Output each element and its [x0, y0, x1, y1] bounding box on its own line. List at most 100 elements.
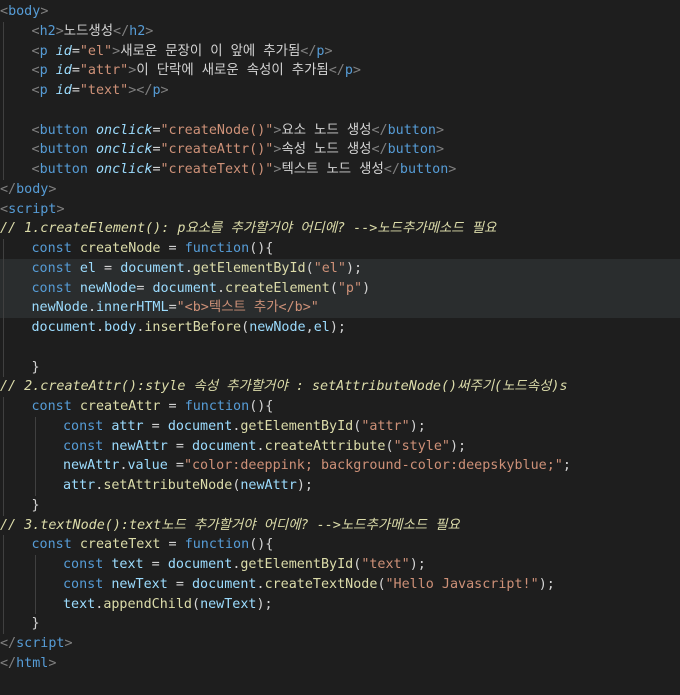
code-token: newNode	[249, 320, 306, 335]
code-token: .	[96, 320, 105, 335]
code-token: createAttribute	[264, 438, 386, 454]
code-line[interactable]: <p id="attr">이 단락에 새로운 속성이 추가됨</p>	[0, 61, 680, 81]
code-token: "color:deeppink; background-color:deepsk…	[183, 458, 563, 474]
code-token: =	[152, 162, 161, 177]
code-token: const	[31, 537, 72, 553]
code-token: newText	[200, 596, 257, 612]
code-token: >	[324, 43, 333, 59]
code-token: createTextNode	[264, 576, 378, 592]
code-token: "attr"	[79, 63, 129, 79]
code-line[interactable]: const newNode= document.createElement("p…	[0, 278, 680, 299]
code-line[interactable]: <button onclick="createNode()">요소 노드 생성<…	[0, 120, 680, 141]
code-line[interactable]: document.body.insertBefore(newNode,el);	[0, 318, 680, 338]
code-line[interactable]	[0, 337, 680, 358]
code-line[interactable]: const newAttr = document.createAttribute…	[0, 436, 680, 457]
code-line[interactable]: const newText = document.createTextNode(…	[0, 574, 680, 595]
code-token: </	[371, 122, 388, 138]
code-line[interactable]: attr.setAttributeNode(newAttr);	[0, 476, 680, 496]
code-token: id	[55, 83, 72, 98]
code-token: <	[0, 4, 9, 19]
code-token: newAttr	[240, 478, 297, 493]
indent-guide	[3, 61, 4, 81]
code-token: onclick	[96, 142, 153, 158]
code-token: >	[435, 122, 445, 138]
code-line[interactable]: </html>	[0, 654, 680, 674]
code-line[interactable]: <button onclick="createAttr()">속성 노드 생성<…	[0, 140, 680, 160]
code-token: </	[113, 23, 130, 39]
code-token: =	[152, 122, 161, 138]
code-token: p	[39, 43, 48, 59]
code-token: button	[399, 162, 449, 177]
code-token: );	[296, 478, 313, 493]
code-token: document	[120, 260, 185, 276]
code-line[interactable]: <p id="text"></p>	[0, 81, 680, 101]
code-line[interactable]: <button onclick="createText()">텍스트 노드 생성…	[0, 160, 680, 180]
code-token: }	[31, 616, 40, 632]
indent-guide	[3, 278, 4, 299]
code-line[interactable]	[0, 100, 680, 121]
code-line[interactable]: // 3.textNode():text노드 추가할거야 어디에? -->노드추…	[0, 516, 680, 536]
code-line[interactable]: const createText = function(){	[0, 535, 680, 555]
code-token: script	[8, 201, 57, 217]
code-line[interactable]: const createNode = function(){	[0, 239, 680, 259]
indent-guide	[3, 397, 4, 417]
code-line[interactable]: </script>	[0, 634, 680, 654]
code-line[interactable]: newNode.innerHTML="<b>텍스트 추가</b>"	[0, 298, 680, 318]
code-line[interactable]: <body>	[0, 2, 680, 22]
code-token: createElement	[225, 280, 330, 296]
code-token: (	[385, 438, 394, 454]
code-line[interactable]: const attr = document.getElementById("at…	[0, 416, 680, 437]
code-line[interactable]: // 1.createElement(): p요소를 추가할거야 어디에? --…	[0, 219, 680, 239]
code-token: =	[136, 280, 153, 296]
indent-guide	[3, 41, 4, 62]
code-line[interactable]: text.appendChild(newText);	[0, 594, 680, 615]
code-token: <	[31, 83, 40, 98]
code-line[interactable]: newAttr.value ="color:deeppink; backgrou…	[0, 456, 680, 476]
code-token: newNode	[79, 280, 137, 296]
code-token: </	[383, 162, 400, 177]
indent-guide	[3, 81, 4, 101]
code-token: createNode	[79, 241, 161, 256]
code-line[interactable]: <h2>노드생성</h2>	[0, 21, 680, 42]
code-token: const	[63, 418, 104, 434]
code-line[interactable]: const el = document.getElementById("el")…	[0, 258, 680, 279]
code-line[interactable]: }	[0, 357, 680, 378]
code-token: >	[352, 63, 361, 79]
code-line[interactable]: const createAttr = function(){	[0, 397, 680, 417]
code-line[interactable]: <script>	[0, 200, 680, 220]
code-token: newAttr	[111, 438, 168, 454]
code-token: (){	[249, 241, 274, 256]
code-token: ;	[562, 458, 571, 474]
code-token: =	[96, 260, 121, 276]
code-token: // 2.createAttr():style 속성 추가할거야 : setAt…	[0, 379, 568, 395]
code-token: 이 단락에 새로운 속성이 추가됨	[136, 63, 329, 79]
code-line[interactable]: // 2.createAttr():style 속성 추가할거야 : setAt…	[0, 377, 680, 397]
code-token: "createText()"	[160, 162, 274, 177]
indent-guide	[3, 140, 4, 160]
indent-guide	[3, 436, 4, 457]
code-line[interactable]: </body>	[0, 180, 680, 200]
code-line[interactable]: }	[0, 614, 680, 634]
code-token: const	[31, 399, 72, 414]
indent-guide	[3, 318, 4, 338]
code-editor[interactable]: <body> <h2>노드생성</h2> <p id="el">새로운 문장이 이 …	[0, 0, 680, 695]
code-line[interactable]: const text = document.getElementById("te…	[0, 555, 680, 575]
code-token: innerHTML	[96, 300, 169, 316]
code-line[interactable]: <p id="el">새로운 문장이 이 앞에 추가됨</p>	[0, 41, 680, 62]
code-token: // 3.textNode():text노드 추가할거야 어디에? -->노드추…	[0, 517, 460, 533]
indent-guide	[3, 337, 4, 358]
indent-guide	[34, 436, 36, 457]
code-token: );	[450, 438, 467, 454]
code-token: "createNode()"	[160, 122, 274, 138]
code-token: (	[377, 576, 386, 592]
code-line[interactable]: }	[0, 495, 680, 516]
code-token: function	[184, 399, 250, 414]
code-token: (){	[249, 399, 274, 414]
indent-guide	[34, 456, 36, 476]
indent-guide	[3, 298, 4, 318]
code-token: )	[362, 280, 371, 296]
code-token: "el"	[79, 43, 113, 59]
